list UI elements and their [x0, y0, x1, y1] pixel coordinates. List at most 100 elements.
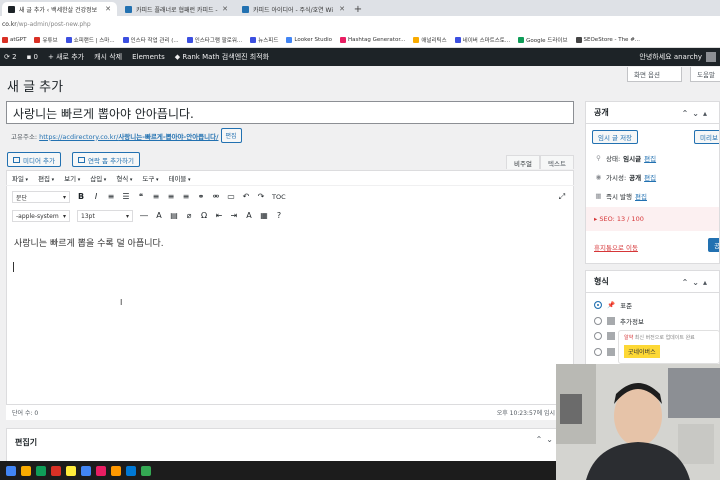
- metabox-arrows-icon[interactable]: ⌃⌄▴: [682, 278, 711, 287]
- taskbar-app-icon[interactable]: [21, 465, 31, 476]
- radio-selected[interactable]: [594, 301, 602, 309]
- editor-menu-item[interactable]: 파일: [12, 173, 28, 183]
- url-text[interactable]: co.kr/wp-admin/post-new.php: [2, 21, 91, 28]
- preview-button[interactable]: 미리보: [694, 130, 719, 144]
- seo-score-row[interactable]: ▸ SEO: 13 / 100: [586, 207, 719, 231]
- bookmark-item[interactable]: Looker Studio: [286, 36, 332, 43]
- browser-tab[interactable]: 카피드 아이디어 - 주식/호연 Wi ✕: [236, 2, 351, 16]
- align-right-icon[interactable]: ≡: [182, 193, 190, 201]
- taskbar-app-icon[interactable]: [81, 465, 91, 476]
- address-bar[interactable]: co.kr/wp-admin/post-new.php: [0, 16, 720, 32]
- align-left-icon[interactable]: ≡: [152, 193, 160, 201]
- paste-text-icon[interactable]: ▤: [170, 212, 178, 220]
- bookmark-item[interactable]: 인스타 작업 관리 (...: [122, 36, 179, 44]
- close-tab-icon[interactable]: ✕: [339, 5, 345, 13]
- taskbar-app-icon[interactable]: [141, 465, 151, 476]
- screen-options-button[interactable]: 화면 옵션: [627, 67, 682, 82]
- help-button[interactable]: 도움말: [690, 67, 720, 82]
- permalink-edit-button[interactable]: 편집: [220, 128, 242, 143]
- undo-icon[interactable]: ↶: [242, 193, 250, 201]
- add-media-button[interactable]: 미디어 추가: [7, 152, 61, 167]
- bookmark-item[interactable]: 애널리틱스: [413, 36, 447, 44]
- permalink-link[interactable]: https://acdirectory.co.kr/사랑니는-빠르게-뽑아야-안…: [39, 131, 218, 141]
- bold-icon[interactable]: B: [77, 193, 85, 201]
- metabox-arrows-icon[interactable]: ⌃⌄▴: [682, 109, 711, 118]
- taskbar-app-icon[interactable]: [66, 465, 76, 476]
- post-title-input[interactable]: 사랑니는 빠르게 뽑아야 안아픕니다.: [6, 101, 574, 124]
- bookmark-item[interactable]: 네이버 스마트스토...: [454, 36, 510, 44]
- add-contact-form-button[interactable]: 연락 폼 추가하기: [72, 152, 140, 167]
- editor-content[interactable]: 사랑니는 빠르게 뽑을 수록 덜 아픕니다.: [14, 236, 164, 249]
- blockquote-icon[interactable]: ❝: [137, 193, 145, 201]
- bookmark-item[interactable]: 유튜브: [34, 36, 58, 44]
- taskbar-app-icon[interactable]: [6, 465, 16, 476]
- italic-icon[interactable]: I: [92, 193, 100, 201]
- more-tag-icon[interactable]: ▭: [227, 193, 235, 201]
- new-tab-button[interactable]: +: [351, 2, 365, 16]
- radio[interactable]: [594, 332, 602, 340]
- table-icon[interactable]: ▦: [260, 212, 268, 220]
- format-option[interactable]: [594, 348, 615, 356]
- editor-menu-item[interactable]: 테이블: [168, 173, 190, 183]
- indent-icon[interactable]: ⇥: [230, 212, 238, 220]
- browser-tab-active[interactable]: 새 글 추가 ‹ 백세한살 건강정보 ✕: [2, 2, 117, 16]
- unlink-icon[interactable]: ⚮: [212, 193, 220, 201]
- toc-button[interactable]: TOC: [272, 193, 286, 201]
- format-select[interactable]: 문단 ▾: [12, 191, 70, 203]
- bookmark-item[interactable]: Google 드라이브: [518, 36, 568, 44]
- ad-cta[interactable]: 굿네이버스: [624, 345, 660, 358]
- help-icon[interactable]: ?: [275, 212, 283, 220]
- special-char-icon[interactable]: Ω: [200, 212, 208, 220]
- text-color-icon[interactable]: A: [155, 212, 163, 220]
- bookmark-item[interactable]: 쇼피랜드 | 스마...: [65, 36, 115, 44]
- status-edit-link[interactable]: 편집: [644, 153, 656, 163]
- font-family-select[interactable]: -apple-system ▾: [12, 210, 70, 222]
- fullscreen-icon[interactable]: ⤢: [558, 193, 566, 201]
- format-option[interactable]: [594, 332, 615, 340]
- schedule-edit-link[interactable]: 편집: [635, 191, 647, 201]
- close-tab-icon[interactable]: ✕: [105, 5, 111, 13]
- ad-popup[interactable]: 알약 최신 버전으로 업데이트 완료 굿네이버스: [618, 330, 720, 364]
- delete-cache-item[interactable]: 캐시 삭제: [94, 52, 122, 62]
- bookmark-item[interactable]: Hashtag Generator...: [340, 36, 405, 43]
- font-size-select[interactable]: 13pt ▾: [77, 210, 133, 222]
- horizontal-line-icon[interactable]: ―: [140, 212, 148, 220]
- format-option-standard[interactable]: 📌 표준: [594, 300, 632, 310]
- bookmark-item[interactable]: SEOeStore - The #...: [575, 36, 640, 43]
- visibility-edit-link[interactable]: 편집: [644, 172, 656, 182]
- updates-item[interactable]: ⟳ 2: [4, 53, 17, 61]
- taskbar-app-icon[interactable]: [96, 465, 106, 476]
- save-draft-button[interactable]: 임시 글 저장: [592, 130, 639, 144]
- account-item[interactable]: 안녕하세요 anarchy: [639, 52, 720, 62]
- trash-link[interactable]: 휴지통으로 이동: [594, 242, 638, 252]
- bookmark-item[interactable]: 뉴스피드: [250, 36, 278, 44]
- browser-tab[interactable]: 카피드 플래너로 협패런 카피드 - ✕: [119, 2, 234, 16]
- format-option-aside[interactable]: 추가정보: [594, 316, 644, 326]
- taskbar-app-icon[interactable]: [51, 465, 61, 476]
- link-icon[interactable]: ⚭: [197, 193, 205, 201]
- radio[interactable]: [594, 348, 602, 356]
- tab-text[interactable]: 텍스트: [540, 155, 574, 169]
- align-center-icon[interactable]: ≡: [167, 193, 175, 201]
- publish-button[interactable]: 공: [708, 238, 719, 252]
- radio[interactable]: [594, 317, 602, 325]
- taskbar-app-icon[interactable]: [126, 465, 136, 476]
- tab-visual[interactable]: 비주얼: [506, 155, 540, 169]
- taskbar-app-icon[interactable]: [111, 465, 121, 476]
- highlight-icon[interactable]: A: [245, 212, 253, 220]
- new-content-item[interactable]: + 새로 추가: [48, 52, 84, 62]
- bullet-list-icon[interactable]: ≡: [107, 193, 115, 201]
- editor-menu-item[interactable]: 형식: [116, 173, 132, 183]
- outdent-icon[interactable]: ⇤: [215, 212, 223, 220]
- bookmark-item[interactable]: atGPT: [2, 36, 26, 43]
- elements-item[interactable]: Elements: [132, 53, 165, 61]
- editor-menu-item[interactable]: 삽입: [90, 173, 106, 183]
- taskbar-app-icon[interactable]: [36, 465, 46, 476]
- editor-menu-item[interactable]: 도구: [142, 173, 158, 183]
- redo-icon[interactable]: ↷: [257, 193, 265, 201]
- rankmath-item[interactable]: ◆ Rank Math 검색엔진 최적화: [175, 52, 269, 62]
- editor-menu-item[interactable]: 편집: [38, 173, 54, 183]
- bookmark-item[interactable]: 인스타그램 팔로워...: [186, 36, 242, 44]
- clear-format-icon[interactable]: ⌀: [185, 212, 193, 220]
- comments-item[interactable]: ▪ 0: [27, 53, 38, 61]
